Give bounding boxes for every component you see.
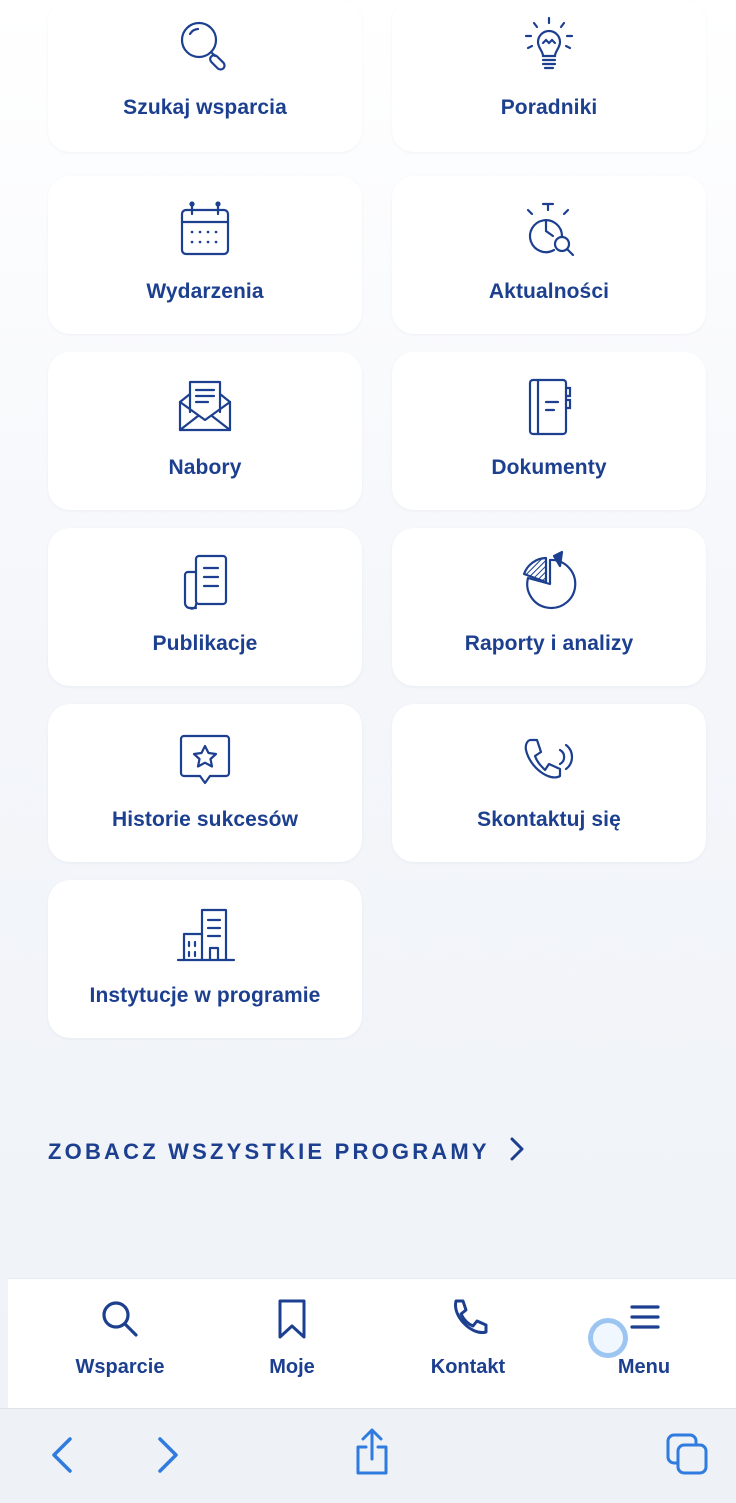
notebook-icon (516, 374, 582, 440)
pie-chart-icon (516, 550, 582, 616)
tab-label: Kontakt (430, 1356, 506, 1378)
tile-poradniki[interactable]: Poradniki (392, 0, 706, 152)
see-all-programs-link[interactable]: ZOBACZ WSZYSTKIE PROGRAMY (48, 1136, 526, 1168)
back-chevron-icon[interactable] (48, 1435, 78, 1475)
tabs-icon[interactable] (664, 1431, 710, 1477)
document-stack-icon (172, 550, 238, 616)
buildings-icon (172, 902, 238, 968)
star-speech-bubble-icon (172, 726, 238, 792)
tile-label: Poradniki (500, 96, 598, 119)
lightbulb-icon (516, 14, 582, 80)
tile-historie-sukcesow[interactable]: Historie sukcesów (48, 704, 362, 862)
tile-label: Szukaj wsparcia (123, 96, 287, 119)
tile-szukaj-wsparcia[interactable]: Szukaj wsparcia (48, 0, 362, 152)
share-icon[interactable] (352, 1427, 392, 1477)
tab-kontakt[interactable]: Kontakt (398, 1297, 538, 1397)
tab-label: Moje (269, 1356, 315, 1378)
phone-icon (446, 1297, 490, 1346)
see-all-label: ZOBACZ WSZYSTKIE PROGRAMY (48, 1139, 490, 1164)
tab-wsparcie[interactable]: Wsparcie (50, 1297, 190, 1397)
tile-label: Publikacje (152, 632, 258, 655)
tile-aktualnosci[interactable]: Aktualności (392, 176, 706, 334)
tile-instytucje-w-programie[interactable]: Instytucje w programie (48, 880, 362, 1038)
tab-label: Wsparcie (75, 1356, 165, 1378)
tile-publikacje[interactable]: Publikacje (48, 528, 362, 686)
phone-ringing-icon (516, 726, 582, 792)
tile-label: Wydarzenia (146, 280, 264, 303)
forward-chevron-icon[interactable] (152, 1435, 182, 1475)
envelope-letter-icon (172, 374, 238, 440)
browser-toolbar (0, 1408, 736, 1503)
tile-nabory[interactable]: Nabory (48, 352, 362, 510)
tile-skontaktuj-sie[interactable]: Skontaktuj się (392, 704, 706, 862)
tile-label: Skontaktuj się (477, 808, 621, 831)
tab-moje[interactable]: Moje (222, 1297, 362, 1397)
chevron-right-icon (508, 1136, 526, 1168)
tile-wydarzenia[interactable]: Wydarzenia (48, 176, 362, 334)
tile-label: Dokumenty (491, 456, 607, 479)
tile-label: Raporty i analizy (464, 632, 634, 655)
tile-label: Aktualności (488, 280, 610, 303)
tile-label: Nabory (168, 456, 242, 479)
tab-label: Menu (617, 1356, 671, 1378)
search-icon (98, 1297, 142, 1346)
touch-indicator (588, 1318, 628, 1358)
calendar-icon (172, 198, 238, 264)
tile-raporty-i-analizy[interactable]: Raporty i analizy (392, 528, 706, 686)
tile-label: Historie sukcesów (111, 808, 299, 831)
tile-dokumenty[interactable]: Dokumenty (392, 352, 706, 510)
bookmark-icon (270, 1297, 314, 1346)
hamburger-menu-icon (622, 1297, 666, 1346)
stopwatch-search-icon (516, 198, 582, 264)
tile-label: Instytucje w programie (89, 984, 321, 1007)
magnifier-icon (172, 14, 238, 80)
